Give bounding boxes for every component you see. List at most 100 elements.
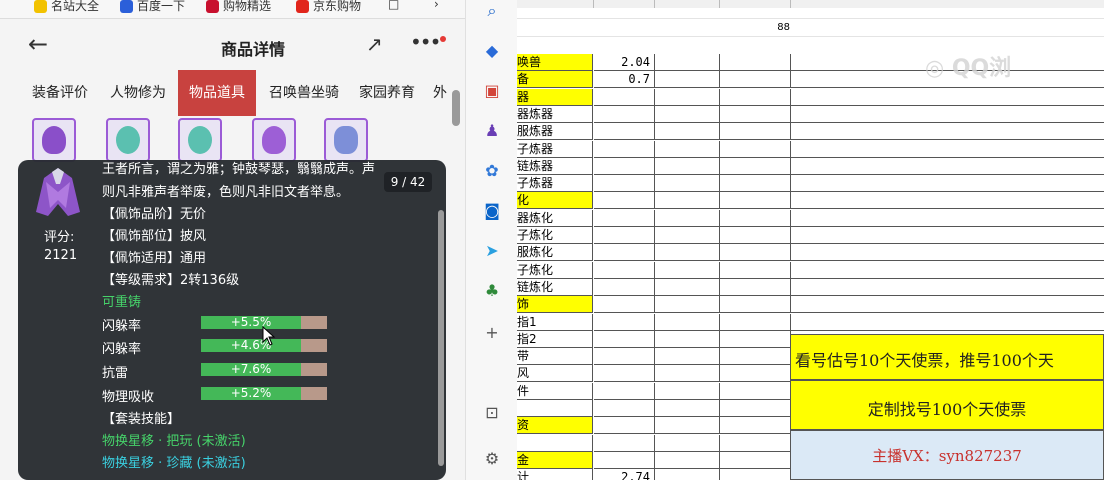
send-icon[interactable]: ➤: [481, 240, 503, 262]
empty-cell[interactable]: [720, 192, 791, 209]
row-label-cell[interactable]: [517, 435, 593, 452]
row-label-cell[interactable]: 金: [517, 452, 593, 469]
empty-cell[interactable]: [655, 192, 720, 209]
row-value-cell[interactable]: [594, 175, 655, 192]
tag-icon[interactable]: ◆: [481, 40, 503, 62]
row-label-cell[interactable]: 资: [517, 417, 593, 434]
empty-cell[interactable]: [655, 400, 720, 417]
empty-cell[interactable]: [720, 244, 791, 261]
row-value-cell[interactable]: [594, 123, 655, 140]
row-value-cell[interactable]: [594, 365, 655, 382]
bookmark-2[interactable]: 百度一下: [120, 0, 185, 14]
item-thumb-cape[interactable]: [252, 118, 296, 162]
empty-cell[interactable]: [655, 348, 720, 365]
empty-cell[interactable]: [791, 244, 1104, 261]
empty-cell[interactable]: [791, 106, 1104, 123]
empty-cell[interactable]: [720, 348, 791, 365]
plus-icon[interactable]: +: [481, 322, 503, 344]
empty-cell[interactable]: [791, 123, 1104, 140]
tab-character-cultivation[interactable]: 人物修为: [102, 70, 174, 116]
row-label-cell[interactable]: 子炼器: [517, 175, 593, 192]
column-header[interactable]: [517, 0, 594, 8]
copilot-icon[interactable]: ✿: [481, 160, 503, 182]
column-header[interactable]: [655, 0, 720, 8]
empty-cell[interactable]: [655, 210, 720, 227]
row-label-cell[interactable]: 链炼器: [517, 158, 593, 175]
row-value-cell[interactable]: [594, 417, 655, 434]
row-value-cell[interactable]: [594, 244, 655, 261]
people-icon[interactable]: ♟: [481, 120, 503, 142]
tab-home[interactable]: 家园养育: [350, 70, 424, 116]
empty-cell[interactable]: [655, 175, 720, 192]
row-label-cell[interactable]: 饰: [517, 296, 593, 313]
back-arrow-icon[interactable]: ←: [28, 30, 48, 58]
empty-cell[interactable]: [720, 106, 791, 123]
empty-cell[interactable]: [791, 227, 1104, 244]
empty-cell[interactable]: [655, 331, 720, 348]
item-thumb-cape[interactable]: [32, 118, 76, 162]
empty-cell[interactable]: [720, 123, 791, 140]
item-thumb-belt[interactable]: [324, 118, 368, 162]
empty-cell[interactable]: [720, 262, 791, 279]
column-header[interactable]: [791, 0, 1104, 8]
row-value-cell[interactable]: [594, 296, 655, 313]
tab-summon-mounts[interactable]: 召唤兽坐骑: [262, 70, 346, 116]
empty-cell[interactable]: [655, 106, 720, 123]
row-value-cell[interactable]: [594, 314, 655, 331]
empty-cell[interactable]: [655, 227, 720, 244]
row-value-cell[interactable]: [594, 435, 655, 452]
empty-cell[interactable]: [720, 227, 791, 244]
row-label-cell[interactable]: 唤兽: [517, 54, 593, 71]
row-label-cell[interactable]: 指2: [517, 331, 593, 348]
row-label-cell[interactable]: 服炼器: [517, 123, 593, 140]
empty-cell[interactable]: [655, 435, 720, 452]
row-value-cell[interactable]: 2.04: [594, 54, 655, 71]
empty-cell[interactable]: [791, 296, 1104, 313]
empty-cell[interactable]: [655, 262, 720, 279]
bookmark-3[interactable]: 购物精选: [206, 0, 271, 14]
column-header[interactable]: [720, 0, 791, 8]
more-icon[interactable]: •••: [410, 30, 441, 54]
empty-cell[interactable]: [720, 175, 791, 192]
empty-cell[interactable]: [655, 71, 720, 88]
tab-items[interactable]: 物品道具: [178, 70, 256, 116]
row-value-cell[interactable]: [594, 141, 655, 158]
row-value-cell[interactable]: [594, 331, 655, 348]
empty-cell[interactable]: [655, 244, 720, 261]
row-label-cell[interactable]: 服炼化: [517, 244, 593, 261]
outlook-icon[interactable]: ◙: [481, 200, 503, 222]
row-label-cell[interactable]: 风: [517, 365, 593, 382]
empty-cell[interactable]: [655, 54, 720, 71]
empty-cell[interactable]: [720, 210, 791, 227]
row-value-cell[interactable]: [594, 348, 655, 365]
empty-cell[interactable]: [655, 279, 720, 296]
row-value-cell[interactable]: 0.7: [594, 71, 655, 88]
row-label-cell[interactable]: 子炼器: [517, 141, 593, 158]
empty-cell[interactable]: [720, 279, 791, 296]
row-label-cell[interactable]: 带: [517, 348, 593, 365]
empty-cell[interactable]: [720, 296, 791, 313]
empty-cell[interactable]: [720, 331, 791, 348]
bookmark-1[interactable]: 名站大全: [34, 0, 99, 14]
row-value-cell[interactable]: [594, 158, 655, 175]
empty-cell[interactable]: [720, 314, 791, 331]
row-label-cell[interactable]: 器: [517, 89, 593, 106]
item-thumb-ring[interactable]: [106, 118, 150, 162]
empty-cell[interactable]: [655, 314, 720, 331]
empty-cell[interactable]: [791, 314, 1104, 331]
row-value-cell[interactable]: [594, 383, 655, 400]
row-label-cell[interactable]: 器炼化: [517, 210, 593, 227]
row-label-cell[interactable]: 子炼化: [517, 227, 593, 244]
tree-icon[interactable]: ♣: [481, 280, 503, 302]
empty-cell[interactable]: [791, 141, 1104, 158]
column-header[interactable]: [594, 0, 655, 8]
empty-cell[interactable]: [655, 89, 720, 106]
empty-cell[interactable]: [655, 365, 720, 382]
empty-cell[interactable]: [720, 383, 791, 400]
empty-cell[interactable]: [791, 158, 1104, 175]
tooltip-scrollbar[interactable]: [438, 210, 444, 466]
row-label-cell[interactable]: 子炼化: [517, 262, 593, 279]
item-thumb-ring[interactable]: [178, 118, 222, 162]
row-value-cell[interactable]: [594, 262, 655, 279]
empty-cell[interactable]: [720, 71, 791, 88]
